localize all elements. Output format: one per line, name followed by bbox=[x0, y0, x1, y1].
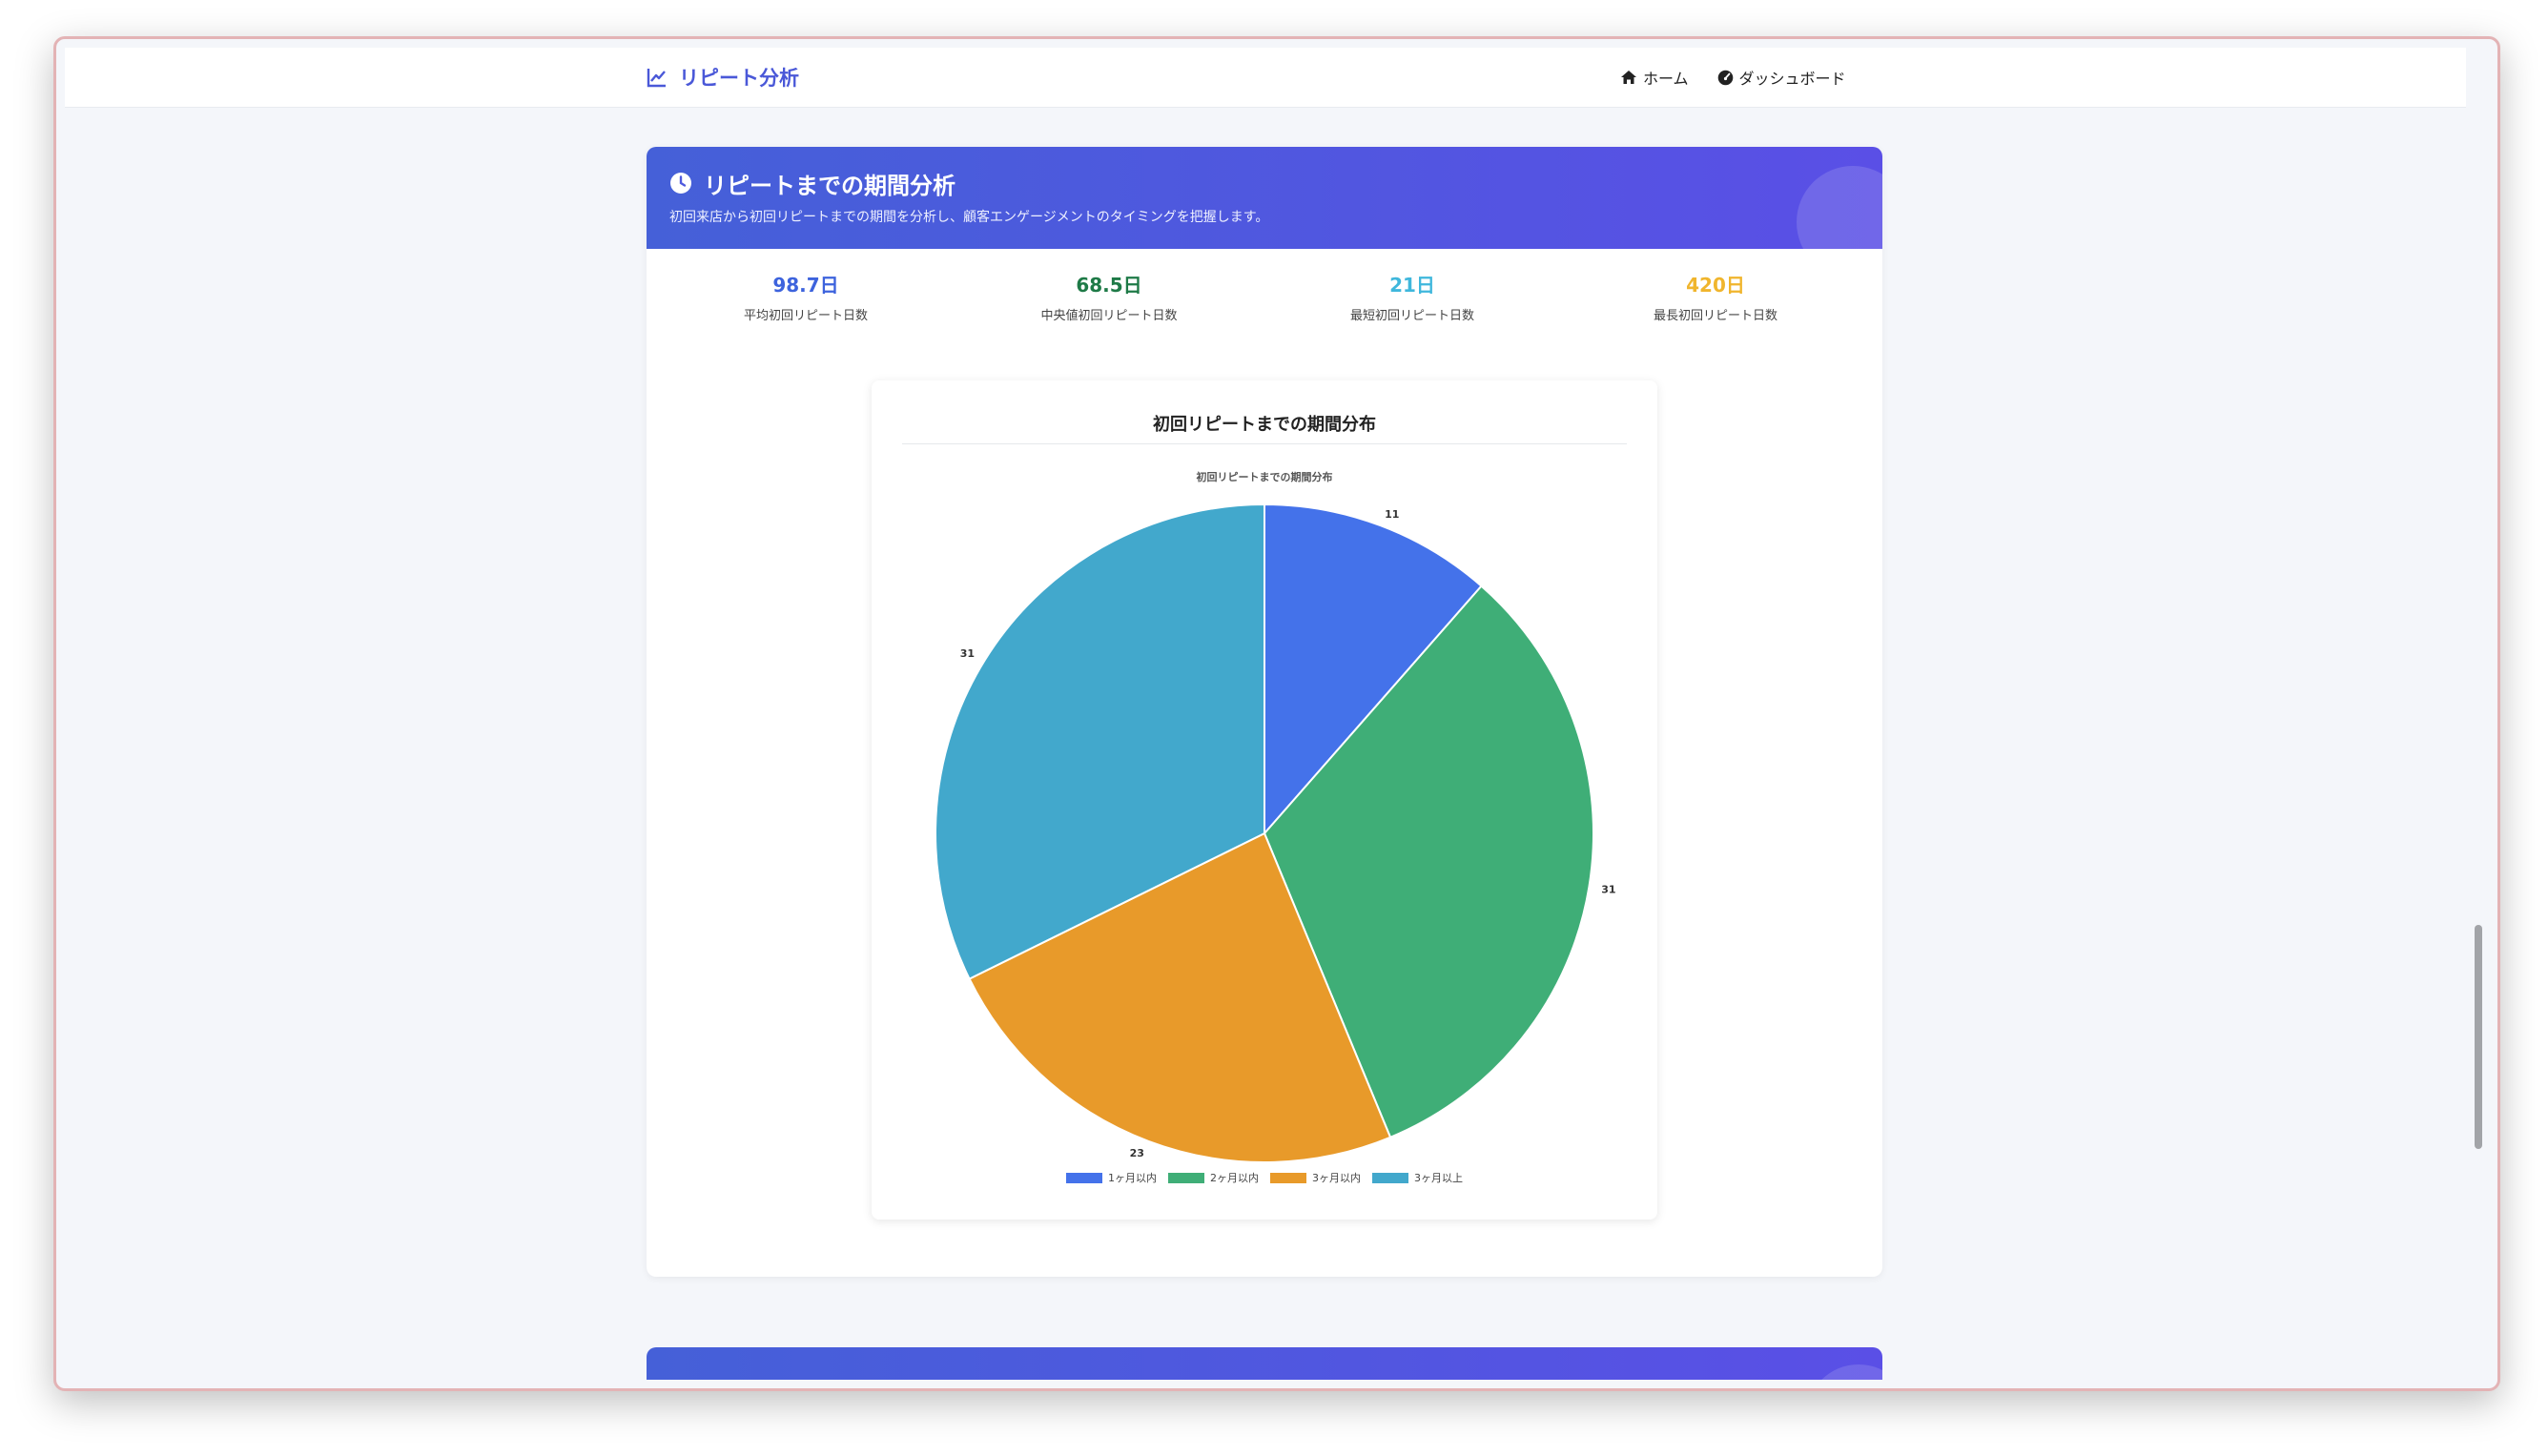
dashboard-gauge-icon bbox=[1717, 70, 1733, 85]
nav-links: ホーム ダッシュボード bbox=[1620, 65, 1846, 90]
legend-label: 3ヶ月以内 bbox=[1312, 1172, 1361, 1184]
brand-label: リピート分析 bbox=[679, 67, 799, 90]
pie-chart: 初回リピートまでの期間分布 11 31 23 31 bbox=[935, 470, 1616, 1162]
browser-window: リピート分析 ホーム ダッシュボード リピートまでの期間分析 初回来店から初回リ… bbox=[53, 36, 2500, 1391]
next-section-card-header bbox=[647, 1347, 1882, 1380]
legend-swatch bbox=[1372, 1172, 1408, 1183]
stat-value: 68.5日 bbox=[1076, 274, 1142, 297]
data-label: 23 bbox=[1130, 1147, 1144, 1159]
stat-maximum: 420日 最長初回リピート日数 bbox=[1563, 271, 1868, 323]
stat-label: 平均初回リピート日数 bbox=[743, 309, 868, 323]
chart-card: 初回リピートまでの期間分布 初回リピートまでの期間分布 11 31 23 31 1ヶ月… bbox=[872, 380, 1657, 1220]
legend-label: 1ヶ月以内 bbox=[1108, 1172, 1157, 1184]
stat-value: 420日 bbox=[1686, 274, 1745, 297]
nav-home-label: ホーム bbox=[1643, 70, 1689, 88]
stat-average: 98.7日 平均初回リピート日数 bbox=[653, 271, 958, 323]
data-label: 31 bbox=[1601, 883, 1615, 895]
stat-value: 98.7日 bbox=[772, 274, 839, 297]
stat-label: 最短初回リピート日数 bbox=[1349, 309, 1474, 323]
page-viewport: リピート分析 ホーム ダッシュボード リピートまでの期間分析 初回来店から初回リ… bbox=[65, 48, 2489, 1380]
line-chart-icon bbox=[647, 69, 666, 88]
legend-label: 2ヶ月以内 bbox=[1210, 1172, 1259, 1184]
legend-label: 3ヶ月以上 bbox=[1414, 1172, 1463, 1184]
legend-item[interactable]: 3ヶ月以内 bbox=[1270, 1170, 1361, 1185]
stat-median: 68.5日 中央値初回リピート日数 bbox=[956, 271, 1262, 323]
chart-title: 初回リピートまでの期間分布 bbox=[1197, 470, 1333, 483]
nav-dashboard-link[interactable]: ダッシュボード bbox=[1717, 66, 1846, 89]
stat-minimum: 21日 最短初回リピート日数 bbox=[1260, 271, 1565, 323]
navbar: リピート分析 ホーム ダッシュボード bbox=[65, 48, 2466, 108]
legend-item[interactable]: 1ヶ月以内 bbox=[1066, 1170, 1157, 1185]
legend-swatch bbox=[1168, 1172, 1204, 1183]
data-label: 11 bbox=[1385, 508, 1399, 521]
legend-item[interactable]: 3ヶ月以上 bbox=[1372, 1170, 1463, 1185]
clock-icon bbox=[670, 173, 691, 194]
stat-label: 中央値初回リピート日数 bbox=[1040, 309, 1178, 323]
legend-swatch bbox=[1066, 1172, 1102, 1183]
section-title-label: リピートまでの期間分析 bbox=[704, 172, 956, 199]
section-title: リピートまでの期間分析 bbox=[669, 166, 956, 200]
legend-swatch bbox=[1270, 1172, 1306, 1183]
card-header: リピートまでの期間分析 初回来店から初回リピートまでの期間を分析し、顧客エンゲー… bbox=[647, 147, 1882, 249]
stat-label: 最長初回リピート日数 bbox=[1653, 309, 1777, 323]
legend-item[interactable]: 2ヶ月以内 bbox=[1168, 1170, 1259, 1185]
scrollbar-thumb[interactable] bbox=[2475, 925, 2482, 1149]
home-icon bbox=[1621, 71, 1636, 84]
header-decoration bbox=[1806, 1364, 1882, 1380]
nav-home-link[interactable]: ホーム bbox=[1620, 66, 1689, 89]
brand[interactable]: リピート分析 bbox=[647, 63, 799, 92]
scrollbar-track[interactable] bbox=[2466, 48, 2489, 1380]
nav-dashboard-label: ダッシュボード bbox=[1738, 70, 1846, 88]
section-subtitle: 初回来店から初回リピートまでの期間を分析し、顧客エンゲージメントのタイミングを把… bbox=[669, 210, 1269, 225]
repeat-period-card: リピートまでの期間分析 初回来店から初回リピートまでの期間を分析し、顧客エンゲー… bbox=[647, 147, 1882, 1277]
chart-legend: 1ヶ月以内 2ヶ月以内 3ヶ月以内 3ヶ月以上 bbox=[872, 1169, 1657, 1186]
stat-value: 21日 bbox=[1389, 274, 1435, 297]
data-label: 31 bbox=[960, 647, 975, 660]
header-decoration bbox=[1797, 166, 1882, 249]
